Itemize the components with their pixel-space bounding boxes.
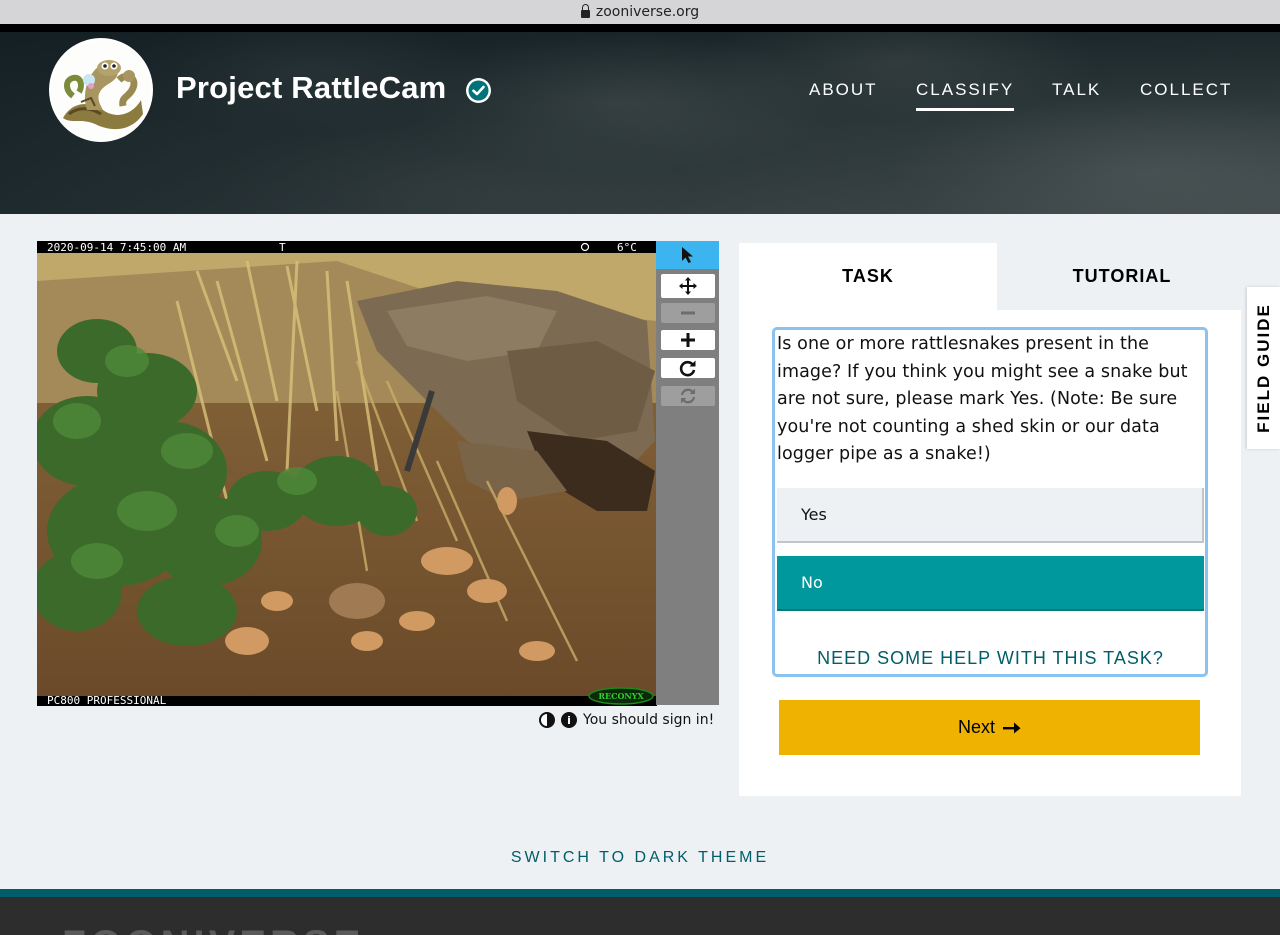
answer-yes-label: Yes bbox=[801, 505, 827, 524]
footer-accent-bar bbox=[0, 889, 1280, 897]
nav-collect[interactable]: COLLECT bbox=[1140, 80, 1232, 100]
photo-timestamp: 2020-09-14 7:45:00 AM bbox=[47, 241, 186, 254]
photo-t-label: T bbox=[279, 241, 286, 254]
task-question: Is one or more rattlesnakes present in t… bbox=[777, 334, 1188, 464]
pointer-tool-button[interactable] bbox=[656, 241, 719, 269]
move-tool-button[interactable] bbox=[661, 274, 715, 298]
task-help-link[interactable]: NEED SOME HELP WITH THIS TASK? bbox=[777, 648, 1204, 669]
image-toolbar bbox=[656, 241, 719, 705]
info-icon[interactable]: i bbox=[561, 712, 577, 728]
plus-icon bbox=[681, 333, 695, 347]
next-label: Next bbox=[957, 717, 995, 737]
zoom-out-button[interactable] bbox=[661, 303, 715, 323]
nav-talk[interactable]: TALK bbox=[1052, 80, 1101, 100]
photo-camera-model: PC800 PROFESSIONAL bbox=[47, 694, 167, 706]
field-guide-tab[interactable]: FIELD GUIDE bbox=[1247, 287, 1280, 449]
subject-meta-bar: i You should sign in! bbox=[539, 710, 714, 730]
minus-icon bbox=[681, 311, 695, 315]
trail-camera-photo: 2020-09-14 7:45:00 AM T 6°C PC800 PROFES… bbox=[37, 241, 657, 706]
rotate-icon bbox=[679, 360, 696, 377]
project-header bbox=[0, 32, 1280, 214]
tab-tutorial[interactable]: TUTORIAL bbox=[997, 243, 1247, 310]
header-background bbox=[0, 32, 1280, 214]
lock-icon bbox=[580, 4, 590, 18]
field-guide-label: FIELD GUIDE bbox=[1253, 303, 1273, 433]
signin-message: You should sign in! bbox=[583, 712, 715, 728]
project-title[interactable]: Project RattleCam bbox=[176, 70, 446, 106]
nav-classify[interactable]: CLASSIFY bbox=[916, 80, 1015, 111]
answer-no-label: No bbox=[801, 573, 823, 592]
switch-theme-label: SWITCH TO DARK THEME bbox=[510, 849, 770, 866]
site-footer: ZOONIVERSE bbox=[0, 897, 1280, 935]
reset-icon bbox=[680, 388, 696, 404]
snake-mascot-icon bbox=[51, 40, 151, 140]
reset-button[interactable] bbox=[661, 386, 715, 406]
browser-divider bbox=[0, 24, 1280, 32]
nav-about[interactable]: ABOUT bbox=[809, 80, 878, 100]
url-text: zooniverse.org bbox=[595, 4, 700, 20]
switch-theme-button[interactable]: SWITCH TO DARK THEME bbox=[0, 849, 1280, 867]
tab-task[interactable]: TASK bbox=[739, 243, 997, 310]
footer-brand[interactable]: ZOONIVERSE bbox=[62, 923, 364, 935]
project-avatar[interactable] bbox=[51, 40, 151, 140]
next-button[interactable]: Next bbox=[779, 700, 1200, 755]
cursor-icon bbox=[681, 247, 693, 263]
invert-icon[interactable] bbox=[539, 712, 555, 728]
move-arrows-icon bbox=[679, 277, 697, 295]
arrow-right-icon bbox=[1003, 722, 1021, 733]
answer-no-button[interactable]: No bbox=[777, 556, 1204, 611]
photo-temperature: 6°C bbox=[617, 241, 637, 254]
answer-yes-button[interactable]: Yes bbox=[777, 488, 1204, 543]
subject-image-viewer[interactable]: 2020-09-14 7:45:00 AM T 6°C PC800 PROFES… bbox=[37, 241, 657, 706]
zoom-in-button[interactable] bbox=[661, 330, 715, 350]
browser-url-bar[interactable]: zooniverse.org bbox=[0, 0, 1280, 24]
rotate-button[interactable] bbox=[661, 358, 715, 378]
reconyx-logo-text: RECONYX bbox=[598, 691, 644, 701]
verified-badge-icon bbox=[466, 78, 491, 103]
